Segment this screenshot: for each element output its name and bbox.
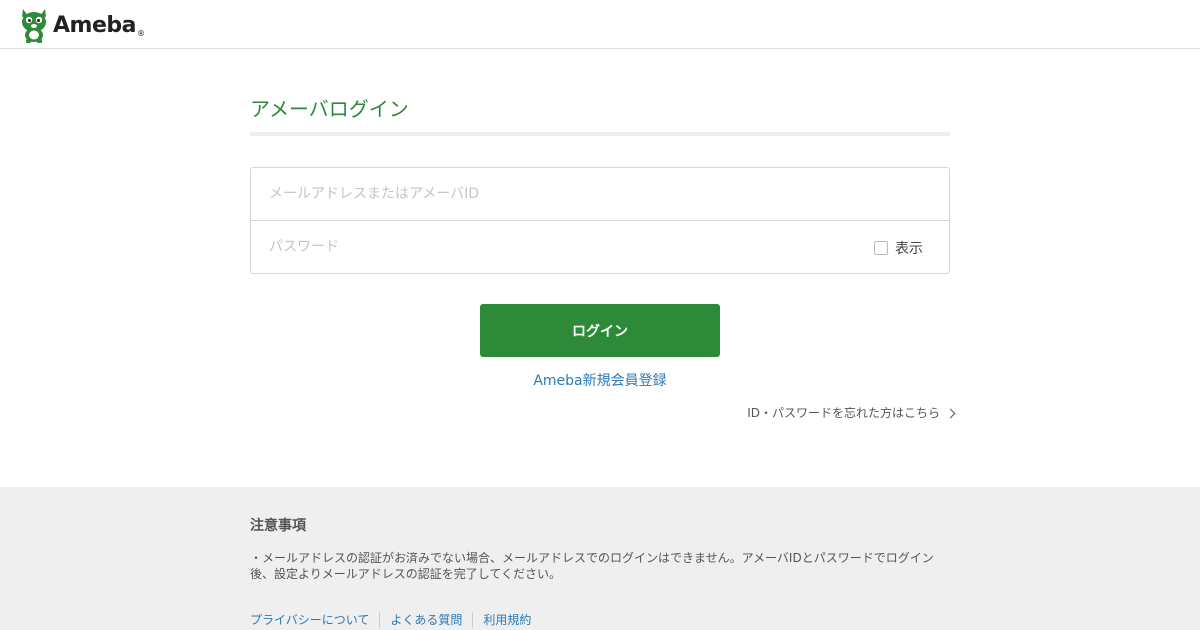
privacy-link[interactable]: プライバシーについて <box>250 612 379 628</box>
forgot-password-link[interactable]: ID・パスワードを忘れた方はこちら <box>747 404 956 422</box>
login-button[interactable]: ログイン <box>480 304 720 357</box>
notice-line-1: ・メールアドレスの認証がお済みでない場合、メールアドレスでのログインはできません… <box>250 551 934 565</box>
footer-links: プライバシーについて よくある質問 利用規約 <box>250 612 541 628</box>
show-password-toggle[interactable]: 表示 <box>874 238 923 258</box>
forgot-password-label: ID・パスワードを忘れた方はこちら <box>747 406 940 420</box>
password-field-row: 表示 <box>251 221 949 273</box>
notice-text: ・メールアドレスの認証がお済みでない場合、メールアドレスでのログインはできません… <box>250 550 950 582</box>
registered-mark: ® <box>136 29 145 38</box>
site-header: Ameba ® <box>0 0 1200 49</box>
notice-title: 注意事項 <box>250 518 306 534</box>
show-password-checkbox[interactable] <box>874 241 888 255</box>
title-divider <box>250 132 950 136</box>
logo-text: Ameba <box>53 13 136 38</box>
login-form: 表示 <box>250 167 950 274</box>
notice-line-2: 後、設定よりメールアドレスの認証を完了してください。 <box>250 567 562 581</box>
email-input[interactable] <box>269 168 829 220</box>
page-title: アメーバログイン <box>250 97 409 121</box>
register-link[interactable]: Ameba新規会員登録 <box>250 371 950 391</box>
ameba-mascot-icon <box>22 9 46 43</box>
show-password-label: 表示 <box>895 241 923 257</box>
chevron-right-icon <box>945 408 956 418</box>
password-input[interactable] <box>269 221 829 273</box>
footer: 注意事項 ・メールアドレスの認証がお済みでない場合、メールアドレスでのログインは… <box>0 487 1200 630</box>
faq-link[interactable]: よくある質問 <box>379 612 472 628</box>
terms-link[interactable]: 利用規約 <box>472 612 541 628</box>
email-field-row <box>251 168 949 221</box>
ameba-logo[interactable]: Ameba ® <box>18 6 145 44</box>
